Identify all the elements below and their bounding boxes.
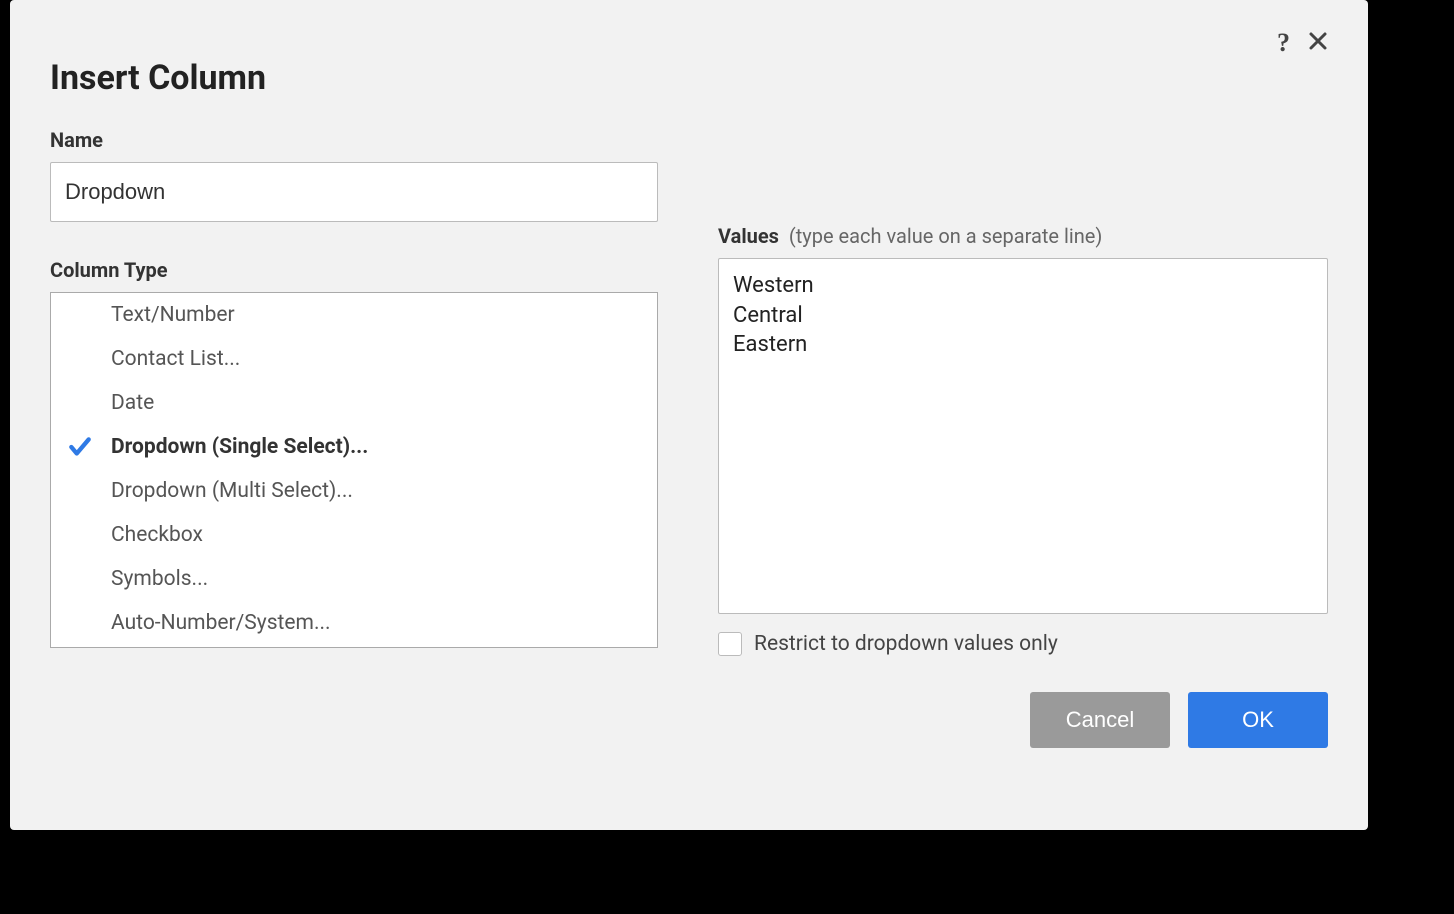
column-type-item[interactable]: Text/Number: [51, 293, 657, 337]
column-type-item-label: Dropdown (Single Select)...: [111, 435, 368, 459]
column-type-item[interactable]: Contact List...: [51, 337, 657, 381]
insert-column-dialog: Insert Column ? Name Column Type Text/Nu…: [10, 0, 1368, 830]
buttons-row: Cancel OK: [718, 692, 1328, 748]
help-icon[interactable]: ?: [1277, 30, 1290, 56]
column-type-item[interactable]: Dropdown (Single Select)...: [51, 425, 657, 469]
dialog-content: Name Column Type Text/Number Contact List…: [50, 128, 1328, 748]
close-icon[interactable]: [1308, 30, 1328, 56]
column-type-item-label: Text/Number: [111, 303, 235, 327]
column-type-list[interactable]: Text/Number Contact List... Date Dropdown (…: [50, 292, 658, 648]
values-label: Values: [718, 224, 779, 248]
values-hint: (type each value on a separate line): [789, 224, 1102, 248]
name-label: Name: [50, 128, 658, 152]
column-type-item-label: Contact List...: [111, 347, 240, 371]
column-type-item[interactable]: Symbols...: [51, 557, 657, 601]
dialog-title: Insert Column: [50, 58, 266, 98]
name-input[interactable]: [50, 162, 658, 222]
column-type-item-label: Date: [111, 391, 154, 415]
column-type-item-label: Checkbox: [111, 523, 203, 547]
column-type-item[interactable]: Auto-Number/System...: [51, 601, 657, 645]
values-label-wrap: Values (type each value on a separate li…: [718, 224, 1328, 248]
dialog-header: Insert Column ?: [50, 30, 1328, 98]
column-type-item-label: Auto-Number/System...: [111, 611, 331, 635]
dialog-top-icons: ?: [1277, 30, 1328, 56]
left-column: Name Column Type Text/Number Contact List…: [50, 128, 658, 748]
column-type-item-label: Dropdown (Multi Select)...: [111, 479, 353, 503]
column-type-group: Column Type Text/Number Contact List... Da…: [50, 258, 658, 648]
cancel-button[interactable]: Cancel: [1030, 692, 1170, 748]
name-field-group: Name: [50, 128, 658, 222]
right-column: Values (type each value on a separate li…: [718, 128, 1328, 748]
column-type-item[interactable]: Date: [51, 381, 657, 425]
ok-button[interactable]: OK: [1188, 692, 1328, 748]
column-type-item[interactable]: Checkbox: [51, 513, 657, 557]
column-type-item-label: Symbols...: [111, 567, 208, 591]
column-type-label: Column Type: [50, 258, 658, 282]
column-type-item[interactable]: Dropdown (Multi Select)...: [51, 469, 657, 513]
restrict-checkbox-row: Restrict to dropdown values only: [718, 632, 1328, 656]
check-icon: [67, 434, 111, 460]
values-textarea[interactable]: [718, 258, 1328, 614]
restrict-label: Restrict to dropdown values only: [754, 632, 1058, 656]
restrict-checkbox[interactable]: [718, 632, 742, 656]
spacer: [718, 128, 1328, 224]
